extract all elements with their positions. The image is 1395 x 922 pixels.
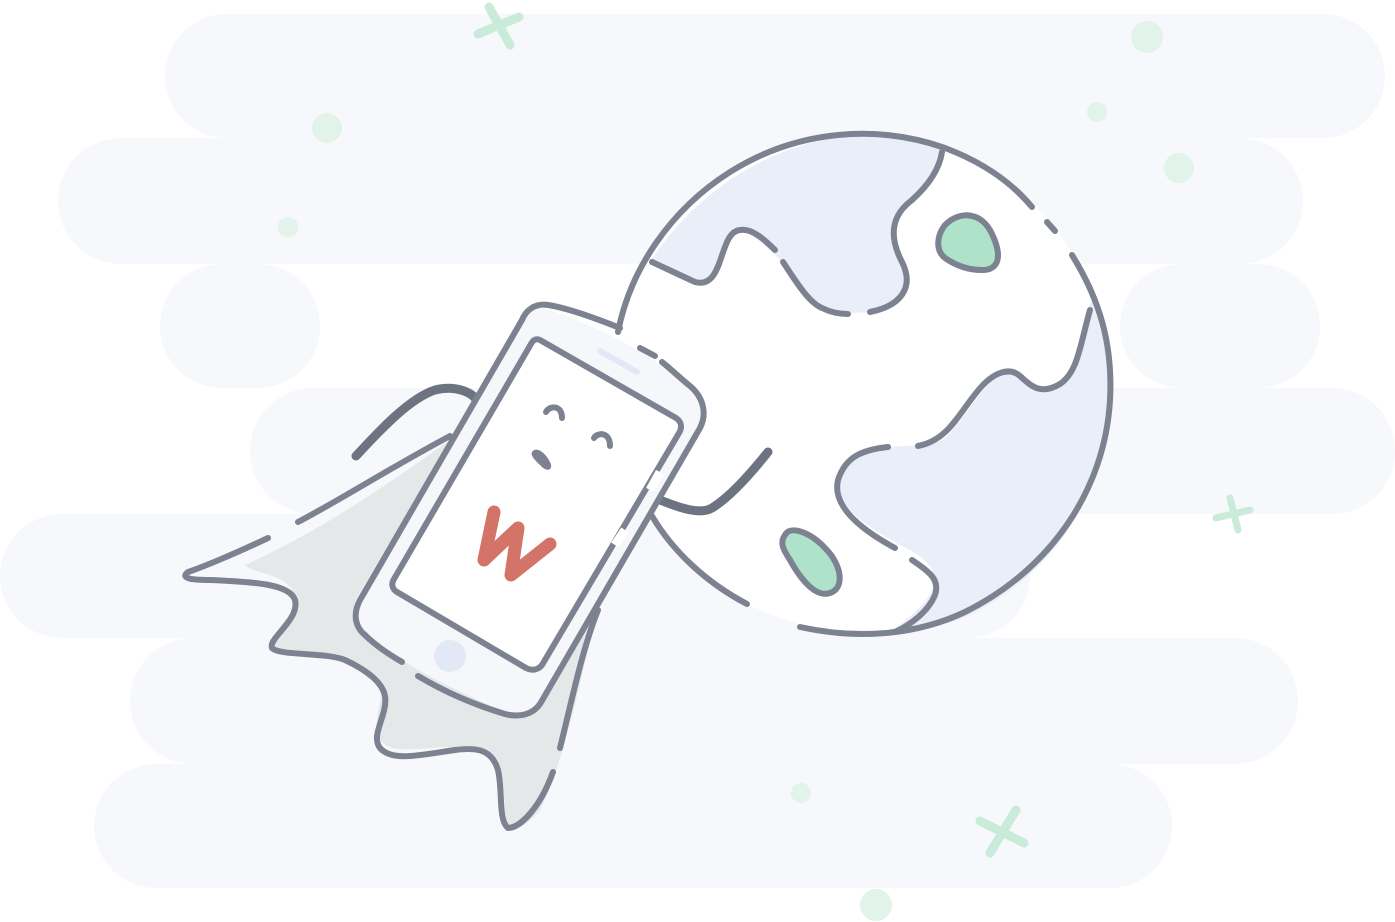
illustration-scene [0,2,1395,921]
